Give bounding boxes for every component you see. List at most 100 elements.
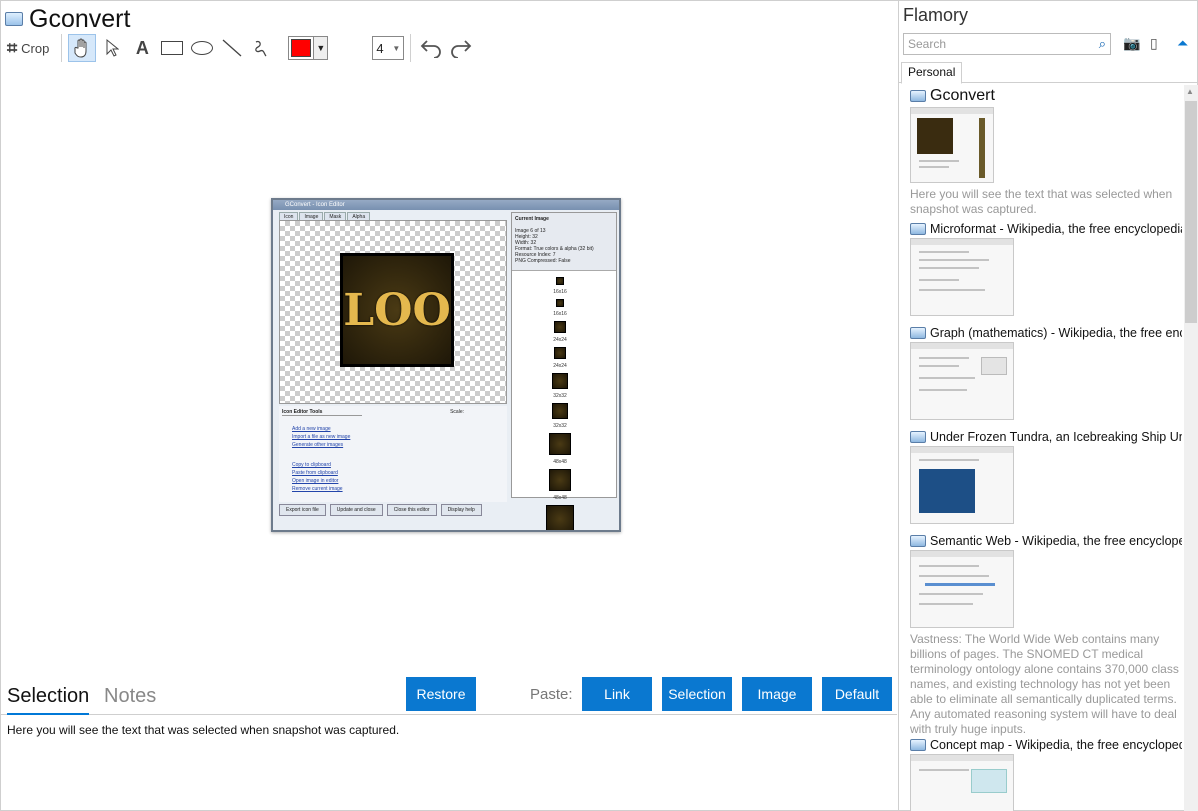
tool-link: Open image in editor <box>292 478 339 484</box>
screenshot-button: Export icon file <box>279 504 326 516</box>
info-line: PNG Compressed: False <box>515 258 571 264</box>
app-icon <box>5 12 23 26</box>
snapshot-thumbnail <box>910 446 1014 524</box>
size-label: 24x24 <box>553 337 567 343</box>
ellipse-tool-button[interactable] <box>188 34 216 62</box>
list-item-title: Under Frozen Tundra, an Icebreaking Ship… <box>930 430 1182 444</box>
chevron-down-icon: ▼ <box>392 43 401 53</box>
crop-icon: ⌗ <box>7 37 18 58</box>
camera-icon[interactable]: 📷 <box>1123 35 1140 52</box>
tab-personal[interactable]: Personal <box>901 62 963 84</box>
current-image-info: Current Image Image 6 of 13 Height: 32 W… <box>512 213 616 271</box>
line-tool-button[interactable] <box>218 34 246 62</box>
screenshot-button: Display help <box>440 504 482 516</box>
freehand-icon <box>255 40 267 57</box>
undo-button[interactable] <box>417 34 445 62</box>
app-window: Gconvert ⌗ Crop A ▼ 4 ▼ GConvert - Icon … <box>0 0 1198 811</box>
size-label: 48x48 <box>553 495 567 501</box>
list-item-title: Concept map - Wikipedia, the free encycl… <box>930 738 1182 752</box>
search-input[interactable]: Search ⌕ <box>903 33 1111 55</box>
redo-icon <box>451 40 472 58</box>
icon-thumb <box>554 347 566 359</box>
redo-button[interactable] <box>447 34 475 62</box>
document-icon[interactable]: ▯ <box>1150 35 1158 52</box>
screenshot-button: Close this editor <box>386 504 437 516</box>
captured-screenshot[interactable]: GConvert - Icon Editor Icon Image Mask A… <box>271 198 621 532</box>
tool-link: Add a new image <box>292 426 331 432</box>
tab-notes[interactable]: Notes <box>104 685 156 708</box>
list-item[interactable]: Microformat - Wikipedia, the free encycl… <box>910 222 1182 316</box>
icon-editor-tools: Icon Editor Tools Scale: Add a new image… <box>279 406 507 502</box>
scrollbar[interactable]: ▲ <box>1184 85 1198 811</box>
restore-button[interactable]: Restore <box>406 677 476 711</box>
line-width-select[interactable]: 4 ▼ <box>372 36 405 60</box>
icon-thumb <box>552 373 568 389</box>
icon-thumb <box>552 403 568 419</box>
list-item-title: Graph (mathematics) - Wikipedia, the fre… <box>930 326 1182 340</box>
selection-text[interactable]: Here you will see the text that was sele… <box>7 723 399 737</box>
paste-link-button[interactable]: Link <box>582 677 652 711</box>
current-image-heading: Current Image <box>515 216 549 222</box>
select-tool-button[interactable] <box>98 34 126 62</box>
rectangle-tool-button[interactable] <box>158 34 186 62</box>
list-item-title: Gconvert <box>930 87 995 104</box>
size-label: 16x16 <box>553 289 567 295</box>
list-item-title-row: Graph (mathematics) - Wikipedia, the fre… <box>910 326 1182 340</box>
color-picker[interactable]: ▼ <box>288 36 329 60</box>
tools-heading: Icon Editor Tools <box>282 409 362 416</box>
snapshot-thumbnail <box>910 754 1014 811</box>
list-item-title-row: Microformat - Wikipedia, the free encycl… <box>910 222 1182 236</box>
flamory-panel: Flamory Search ⌕ 📷 ▯ ⏶ Personal Gconvert <box>898 1 1198 811</box>
toolbar-divider <box>61 34 63 62</box>
icon-size-list: 16x16 16x16 24x24 24x24 32x32 32x32 48x4… <box>546 277 574 530</box>
drawing-toolbar: ⌗ Crop A ▼ 4 ▼ <box>5 33 477 63</box>
crop-button[interactable]: ⌗ Crop <box>5 34 55 62</box>
search-icon[interactable]: ⌕ <box>1099 36 1106 52</box>
size-label: 48x48 <box>553 459 567 465</box>
color-swatch <box>291 39 312 57</box>
search-placeholder: Search <box>908 37 947 51</box>
text-tool-button[interactable]: A <box>128 34 156 62</box>
icon-thumb <box>549 433 571 455</box>
current-image-panel: Current Image Image 6 of 13 Height: 32 W… <box>511 212 617 530</box>
size-label: 16x16 <box>553 311 567 317</box>
list-item-title-row: Semantic Web - Wikipedia, the free encyc… <box>910 534 1182 548</box>
snapshot-thumbnail <box>910 550 1014 628</box>
tab-selection[interactable]: Selection <box>7 685 90 715</box>
paste-default-button[interactable]: Default <box>822 677 892 711</box>
undo-icon <box>421 40 442 58</box>
size-label: 32x32 <box>553 393 567 399</box>
size-label: 32x32 <box>553 423 567 429</box>
tool-link: Import a file as new image <box>292 434 351 440</box>
paste-image-button[interactable]: Image <box>742 677 812 711</box>
bottom-tab-bar: Selection Notes Restore Paste: Link Sele… <box>1 677 897 715</box>
scale-label: Scale: <box>450 409 464 415</box>
page-icon <box>910 90 926 102</box>
page-icon <box>910 739 926 751</box>
tool-link: Remove current image <box>292 486 343 492</box>
list-item[interactable]: Gconvert Here you will see the text that… <box>910 87 1182 217</box>
line-width-icon <box>344 34 368 62</box>
list-item[interactable]: Under Frozen Tundra, an Icebreaking Ship… <box>910 430 1182 524</box>
ellipse-icon <box>191 41 214 55</box>
list-item-description: Vastness: The World Wide Web contains ma… <box>910 632 1179 736</box>
scroll-up-icon[interactable]: ▲ <box>1186 87 1194 96</box>
icon-thumb <box>556 277 564 285</box>
icon-canvas: LOO <box>279 220 507 404</box>
freehand-tool-button[interactable] <box>248 34 276 62</box>
collapse-icon[interactable]: ⏶ <box>1177 35 1188 52</box>
tool-link: Paste from clipboard <box>292 470 338 476</box>
list-item[interactable]: Concept map - Wikipedia, the free encycl… <box>910 738 1182 811</box>
list-item[interactable]: Graph (mathematics) - Wikipedia, the fre… <box>910 326 1182 420</box>
paste-selection-button[interactable]: Selection <box>662 677 732 711</box>
line-icon <box>222 39 242 57</box>
icon-thumb <box>554 321 566 333</box>
list-item[interactable]: Semantic Web - Wikipedia, the free encyc… <box>910 534 1182 737</box>
screenshot-window-title: GConvert - Icon Editor <box>273 200 619 210</box>
scrollbar-thumb[interactable] <box>1185 101 1197 323</box>
toolbar-divider <box>410 34 412 62</box>
snapshot-thumbnail <box>910 342 1014 420</box>
icon-preview: LOO <box>340 253 454 367</box>
crop-label: Crop <box>21 40 50 56</box>
hand-tool-button[interactable] <box>68 34 97 62</box>
